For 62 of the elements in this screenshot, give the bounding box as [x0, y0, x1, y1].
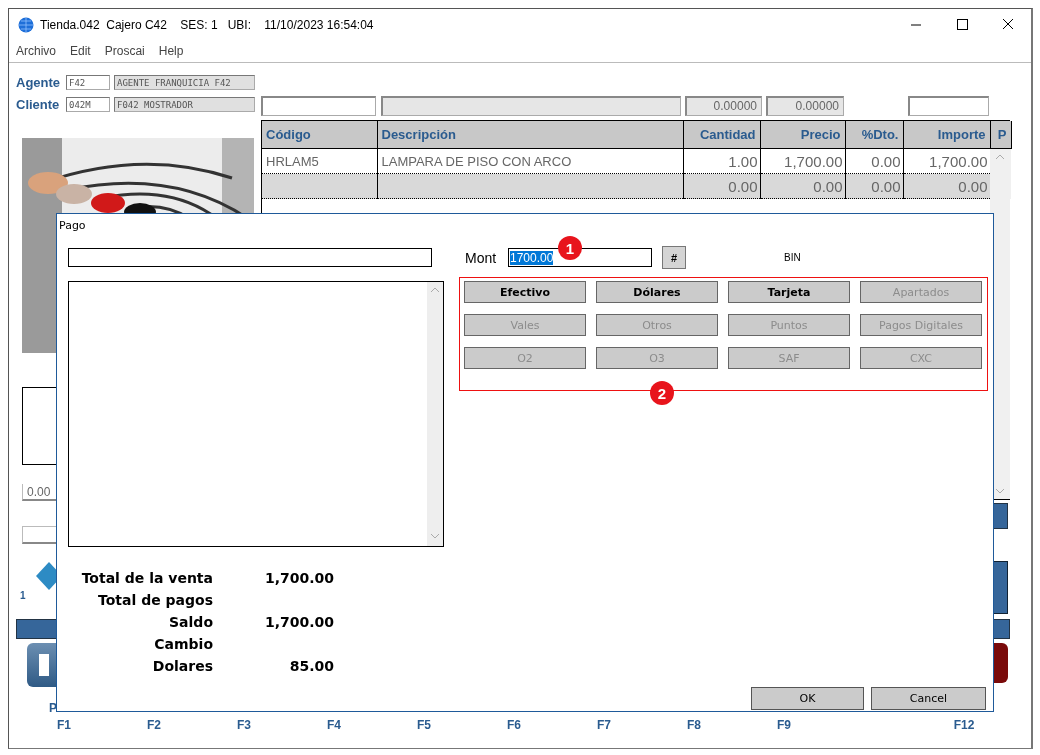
- total-label: Total de la venta: [80, 570, 213, 588]
- function-key-label: F7: [596, 718, 612, 732]
- table-cell: 1.00: [683, 148, 760, 174]
- column-header[interactable]: Importe: [903, 121, 990, 149]
- total-label: Dolares: [151, 658, 213, 676]
- column-header[interactable]: Código: [262, 121, 377, 149]
- ok-button[interactable]: OK: [751, 687, 864, 710]
- total-value: 1,700.00: [263, 614, 334, 632]
- bin-label: BIN: [784, 252, 801, 263]
- function-key-label: F2: [146, 718, 162, 732]
- payment-button[interactable]: Dólares: [596, 281, 718, 303]
- function-key-label: F4: [326, 718, 342, 732]
- total-value: 1,700.00: [263, 570, 334, 588]
- menu-item[interactable]: Help: [158, 44, 184, 58]
- hash-button[interactable]: #: [662, 246, 686, 269]
- table-cell: 0.00: [845, 173, 903, 199]
- payment-button[interactable]: Tarjeta: [728, 281, 850, 303]
- total-label: Saldo: [168, 614, 213, 632]
- menu-item[interactable]: Archivo: [16, 44, 56, 58]
- column-header[interactable]: P: [990, 121, 1011, 149]
- menu-item[interactable]: Proscai: [104, 44, 145, 58]
- column-header[interactable]: %Dto.: [845, 121, 903, 149]
- function-key-label: F9: [776, 718, 792, 732]
- cancel-button[interactable]: Cancel: [871, 687, 986, 710]
- globe-icon: [18, 16, 34, 33]
- function-key-label: F5: [416, 718, 432, 732]
- window-title: Tienda.042 Cajero C42 SES: 1 UBI: 11/10/2023 16:54:04: [40, 17, 374, 32]
- total-label: Total de pagos: [97, 592, 213, 610]
- total-value: 85.00: [288, 658, 334, 676]
- input-field[interactable]: [68, 248, 432, 267]
- agent-label: Agente: [16, 75, 62, 90]
- function-key-label: F1: [56, 718, 72, 732]
- client-code-field[interactable]: 042M: [66, 97, 110, 112]
- table-cell: 0.00: [903, 173, 990, 199]
- agent-code-field[interactable]: F42: [66, 75, 110, 90]
- payment-button[interactable]: Efectivo: [464, 281, 586, 303]
- function-key-label: F12: [952, 718, 976, 732]
- value-field: 0.00000: [766, 96, 844, 116]
- annotation-badge: 1: [558, 236, 582, 260]
- table-cell: 0.00: [760, 173, 845, 199]
- annotation-badge: 2: [650, 381, 674, 405]
- function-key-label: F3: [236, 718, 252, 732]
- amount-label: Mont: [465, 249, 498, 266]
- function-key-label: F8: [686, 718, 702, 732]
- table-cell: HRLAM5: [262, 148, 377, 174]
- counter-label: 1: [20, 590, 26, 601]
- client-label: Cliente: [16, 97, 61, 112]
- menu-item[interactable]: Edit: [70, 44, 91, 58]
- client-name-field: F042 MOSTRADOR: [114, 97, 255, 112]
- column-header[interactable]: Descripción: [377, 121, 683, 149]
- total-label: Cambio: [153, 636, 213, 654]
- column-header[interactable]: Precio: [760, 121, 845, 149]
- table-cell: 1,700.00: [760, 148, 845, 174]
- input-field[interactable]: [908, 96, 989, 116]
- search-field[interactable]: [261, 96, 376, 116]
- function-key-label: F6: [506, 718, 522, 732]
- value-field: 0.00000: [685, 96, 762, 116]
- agent-name-field: AGENTE FRANQUICIA F42: [114, 75, 255, 90]
- dialog-title: Pago: [59, 219, 86, 232]
- column-header[interactable]: Cantidad: [683, 121, 760, 149]
- table-cell: 0.00: [845, 148, 903, 174]
- table-cell: LAMPARA DE PISO CON ARCO: [377, 148, 683, 174]
